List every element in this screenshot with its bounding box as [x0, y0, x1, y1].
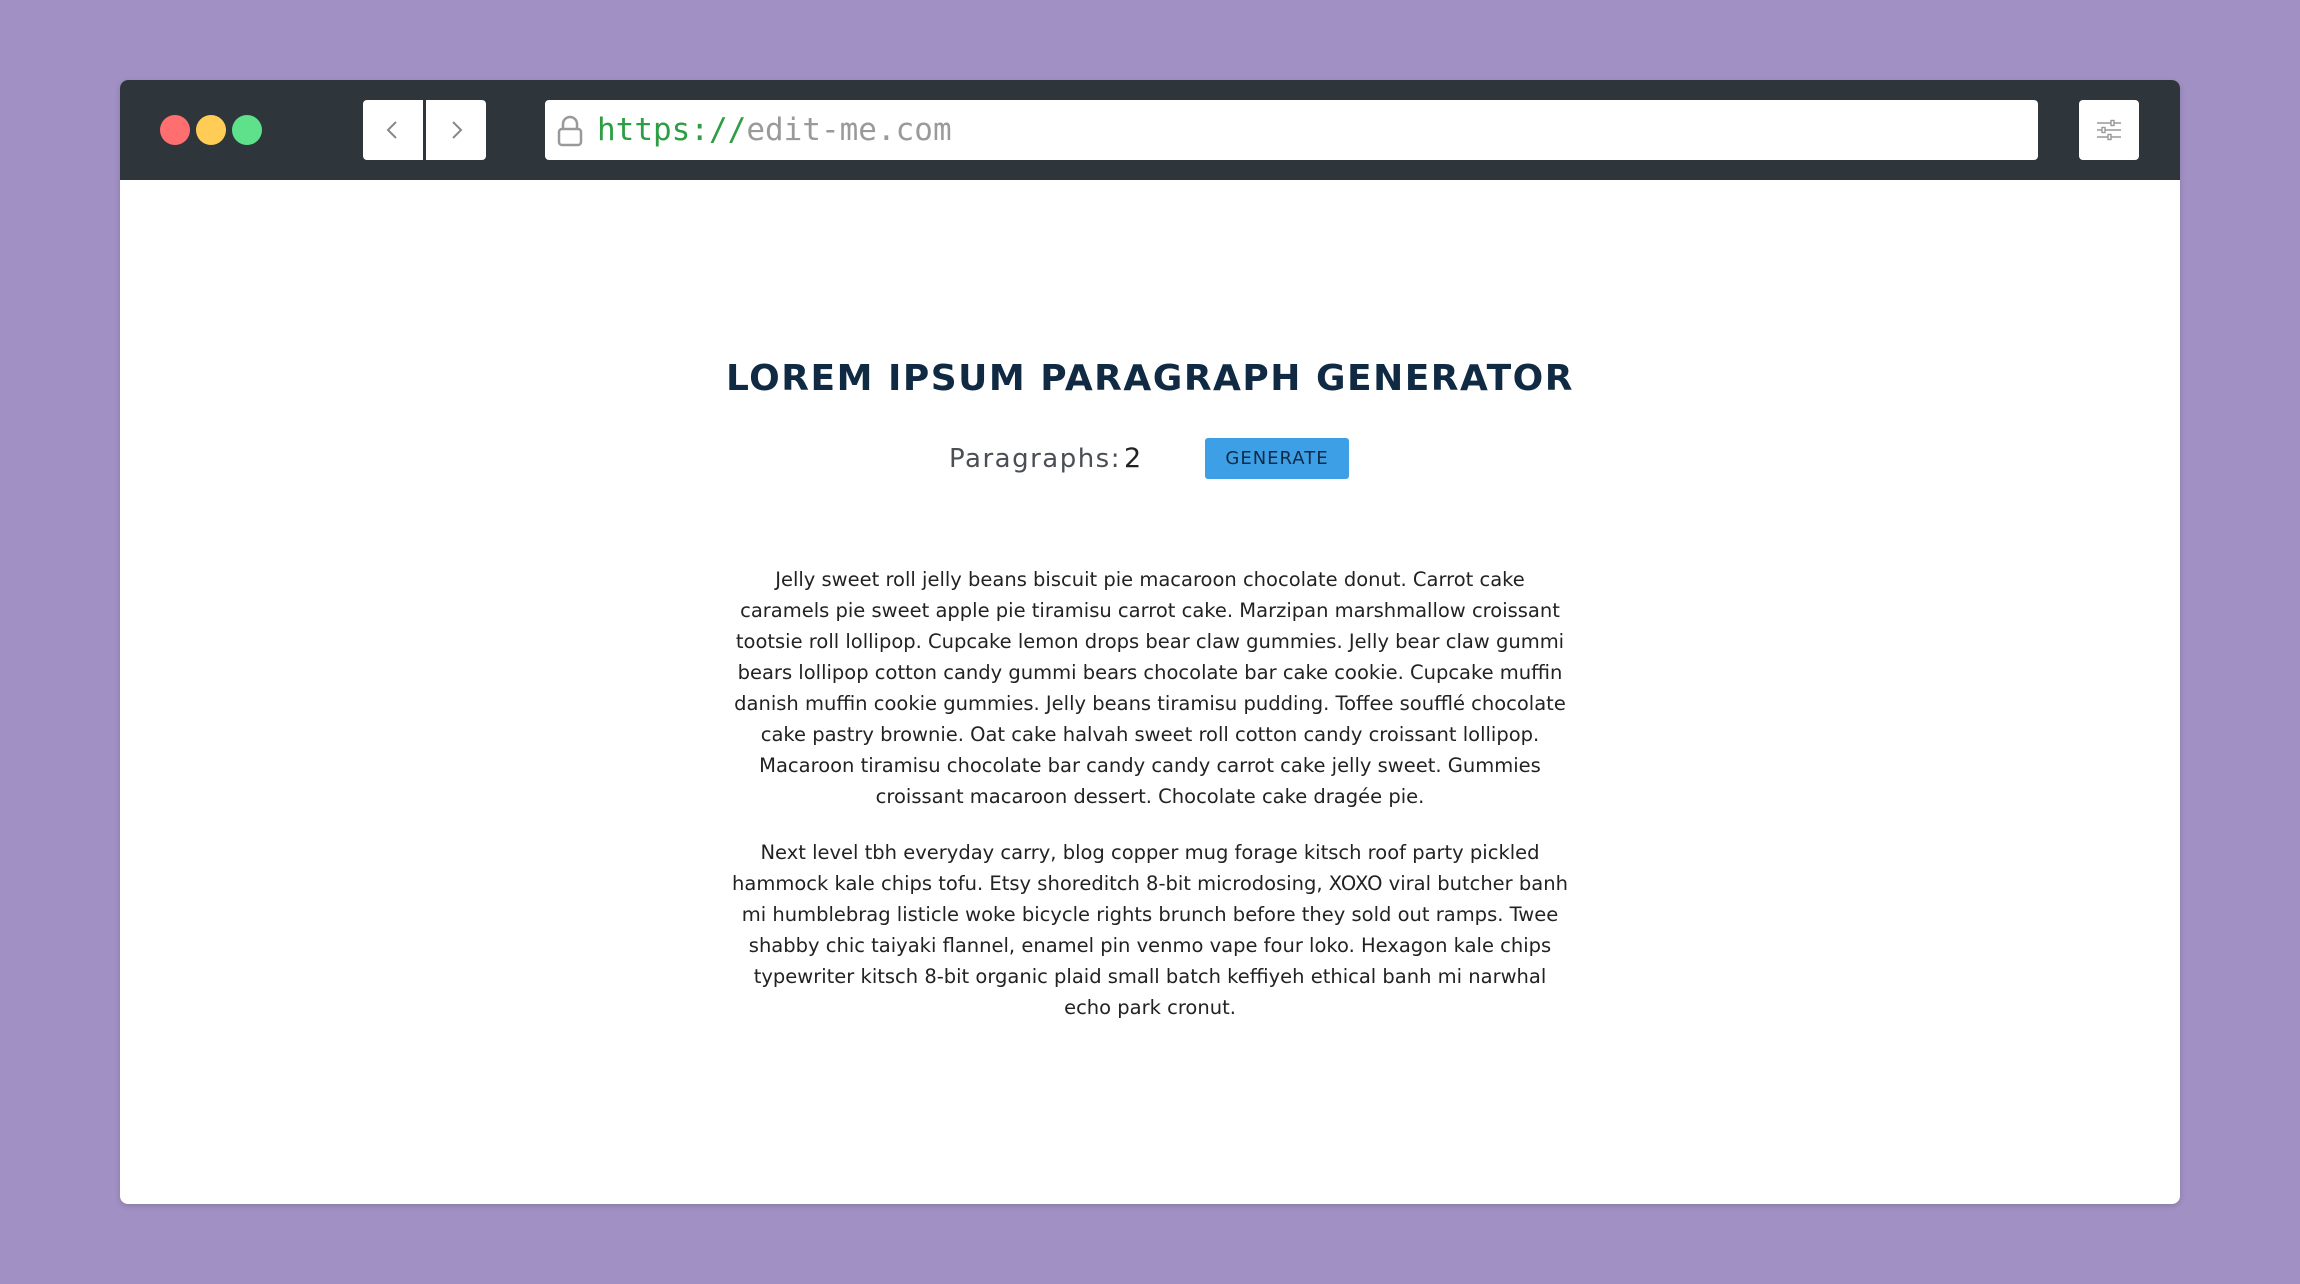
browser-toolbar: https://edit-me.com [120, 80, 2180, 180]
generator-controls: Paragraphs: GENERATE [120, 438, 2180, 480]
forward-button[interactable] [426, 100, 486, 160]
close-window-button[interactable] [160, 115, 190, 145]
settings-button[interactable] [2079, 100, 2139, 160]
paragraphs-label: Paragraphs: [949, 444, 1121, 474]
page-title: LOREM IPSUM PARAGRAPH GENERATOR [726, 358, 1574, 399]
lock-icon [557, 115, 583, 147]
page-content: LOREM IPSUM PARAGRAPH GENERATOR Paragrap… [120, 180, 2180, 1204]
url-scheme: https:// [597, 112, 747, 148]
browser-window: https://edit-me.com LOREM IPSUM PARAGRAP… [120, 80, 2180, 1204]
url-text: https://edit-me.com [597, 110, 952, 150]
maximize-window-button[interactable] [232, 115, 262, 145]
generate-button[interactable]: GENERATE [1205, 438, 1349, 479]
chevron-left-icon [386, 121, 397, 139]
generated-paragraph: Jelly sweet roll jelly beans biscuit pie… [734, 568, 1566, 808]
generated-paragraph: Next level tbh everyday carry, blog copp… [732, 841, 1568, 1019]
back-button[interactable] [363, 100, 423, 160]
url-host: edit-me.com [746, 112, 952, 148]
sliders-icon [2097, 119, 2121, 141]
address-bar[interactable]: https://edit-me.com [545, 100, 2038, 160]
chevron-right-icon [452, 121, 463, 139]
minimize-window-button[interactable] [196, 115, 226, 145]
paragraphs-input[interactable] [1120, 438, 1184, 478]
